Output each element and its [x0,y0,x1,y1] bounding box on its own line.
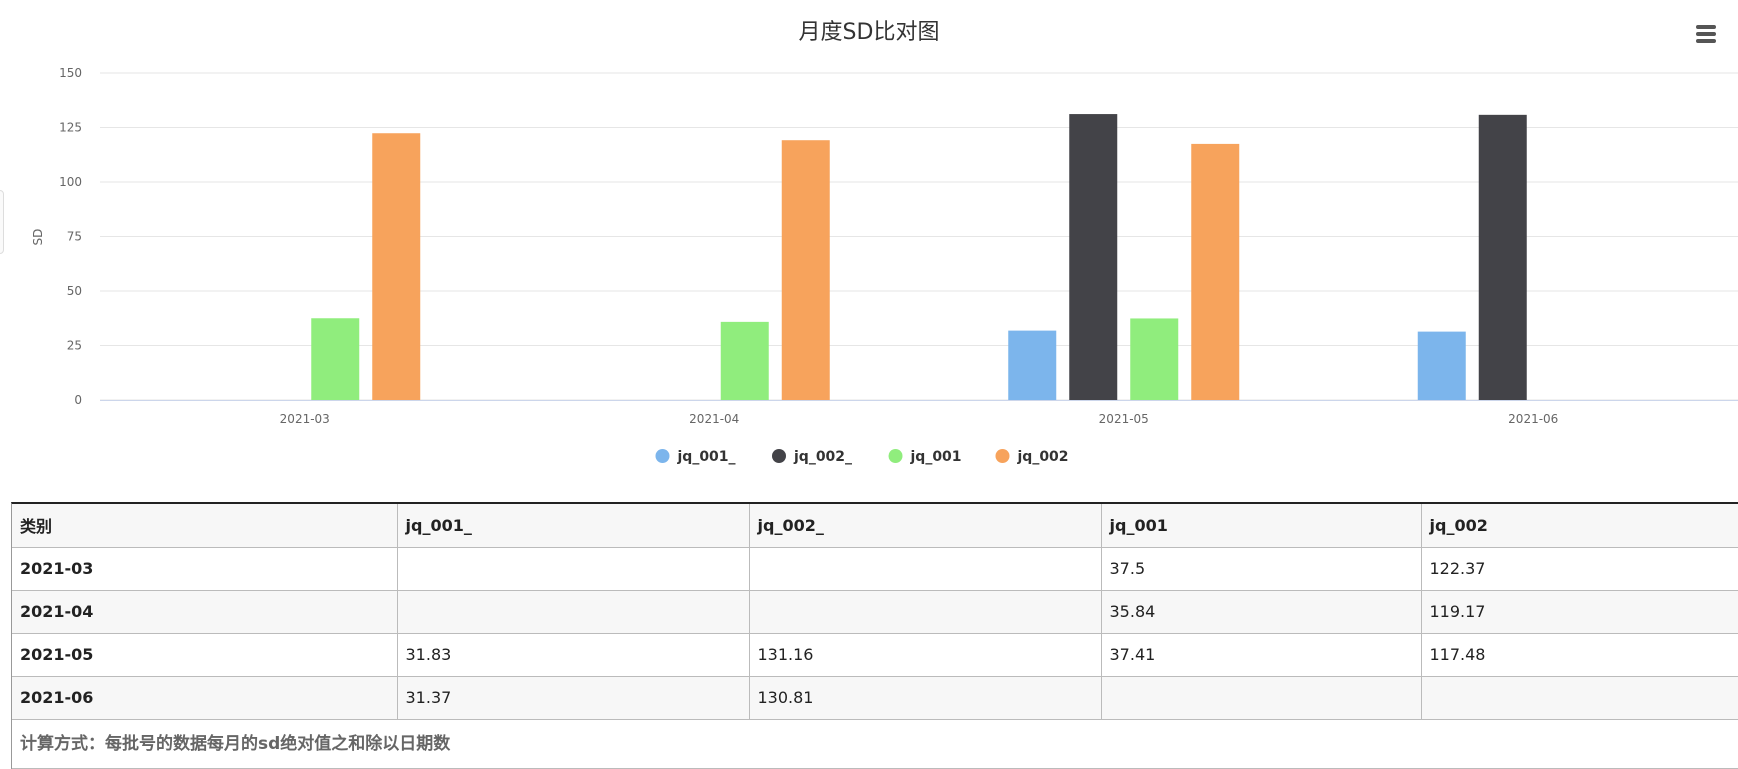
table-header-cell: jq_002_ [749,504,1102,548]
legend-label-jq_002_: jq_002_ [793,449,852,465]
table-cell: 2021-06 [12,676,398,720]
x-tick-label: 2021-04 [689,412,739,426]
menu-bar [1696,25,1716,29]
table-header-cell: jq_002 [1421,504,1738,548]
table-cell: 122.37 [1421,547,1738,591]
bar-jq_002_-2021-05 [1069,114,1118,400]
bar-chart: 月度SD比对图 0 25 50 75 100 125 150 SD 2021-03 2021-04 2… [31,20,1738,465]
table-cell [1421,676,1738,720]
y-tick-label: 125 [59,121,82,135]
legend-marker-jq_001 [888,449,903,463]
table-cell: 2021-05 [12,633,398,677]
bar-jq_002-2021-03 [372,133,421,400]
table-header-cell: jq_001 [1101,504,1422,548]
chart-title: 月度SD比对图 [799,20,940,45]
table-header-cell: 类别 [12,504,398,548]
y-tick-label: 75 [67,230,82,244]
table-cell: 2021-04 [12,590,398,634]
table-row: 2021-03 37.5 122.37 [12,547,1738,591]
x-tick-label: 2021-06 [1508,412,1558,426]
table-cell [397,590,750,634]
bar-jq_001-2021-03 [311,318,360,400]
legend-marker-jq_001_ [655,449,670,463]
bar-jq_002-2021-04 [781,140,830,400]
table-cell [749,547,1102,591]
table-cell: 37.5 [1101,547,1422,591]
bar-jq_001-2021-05 [1130,318,1179,400]
menu-icon[interactable] [1692,22,1720,48]
menu-bar [1696,32,1716,36]
table-row: 2021-04 35.84 119.17 [12,590,1738,634]
table-cell [1101,676,1422,720]
legend-label-jq_001_: jq_001_ [677,449,736,465]
legend-label-jq_001: jq_001 [910,449,962,465]
table-cell: 31.83 [397,633,750,677]
table-cell: 117.48 [1421,633,1738,677]
table-cell: 35.84 [1101,590,1422,634]
legend-marker-jq_002 [995,449,1010,463]
bar-jq_001_-2021-06 [1417,331,1466,400]
data-table-container: 类别 jq_001_ jq_002_ jq_001 jq_002 2021-03… [11,502,1738,769]
table-cell: 130.81 [749,676,1102,720]
bar-jq_002_-2021-06 [1478,114,1527,400]
table-row: 2021-05 31.83 131.16 37.41 117.48 [12,633,1738,677]
data-table: 类别 jq_001_ jq_002_ jq_001 jq_002 2021-03… [12,504,1738,720]
table-cell: 131.16 [749,633,1102,677]
side-tab-handle[interactable] [0,190,4,254]
table-cell: 37.41 [1101,633,1422,677]
bar-jq_001_-2021-05 [1008,330,1057,400]
table-cell: 31.37 [397,676,750,720]
table-row: 2021-06 31.37 130.81 [12,676,1738,720]
table-cell [397,547,750,591]
y-tick-label: 150 [59,66,82,80]
y-tick-label: 50 [67,284,82,298]
y-axis-title: SD [31,229,45,246]
chart-area: 月度SD比对图 0 25 50 75 100 125 150 SD 2021-03 2021-04 2… [0,0,1738,490]
bar-jq_002-2021-05 [1191,143,1240,400]
y-tick-label: 0 [74,393,82,407]
calculation-footnote: 计算方式：每批号的数据每月的sd绝对值之和除以日期数 [12,720,1738,769]
y-tick-label: 100 [59,175,82,189]
x-tick-label: 2021-03 [280,412,330,426]
menu-bar [1696,39,1716,43]
x-tick-label: 2021-05 [1099,412,1149,426]
legend-label-jq_002: jq_002 [1017,449,1069,465]
table-cell: 2021-03 [12,547,398,591]
y-tick-label: 25 [67,339,82,353]
table-header-row: 类别 jq_001_ jq_002_ jq_001 jq_002 [12,504,1738,548]
table-header-cell: jq_001_ [397,504,750,548]
table-cell: 119.17 [1421,590,1738,634]
table-cell [749,590,1102,634]
legend-marker-jq_002_ [772,449,786,463]
bar-jq_001-2021-04 [720,321,769,400]
